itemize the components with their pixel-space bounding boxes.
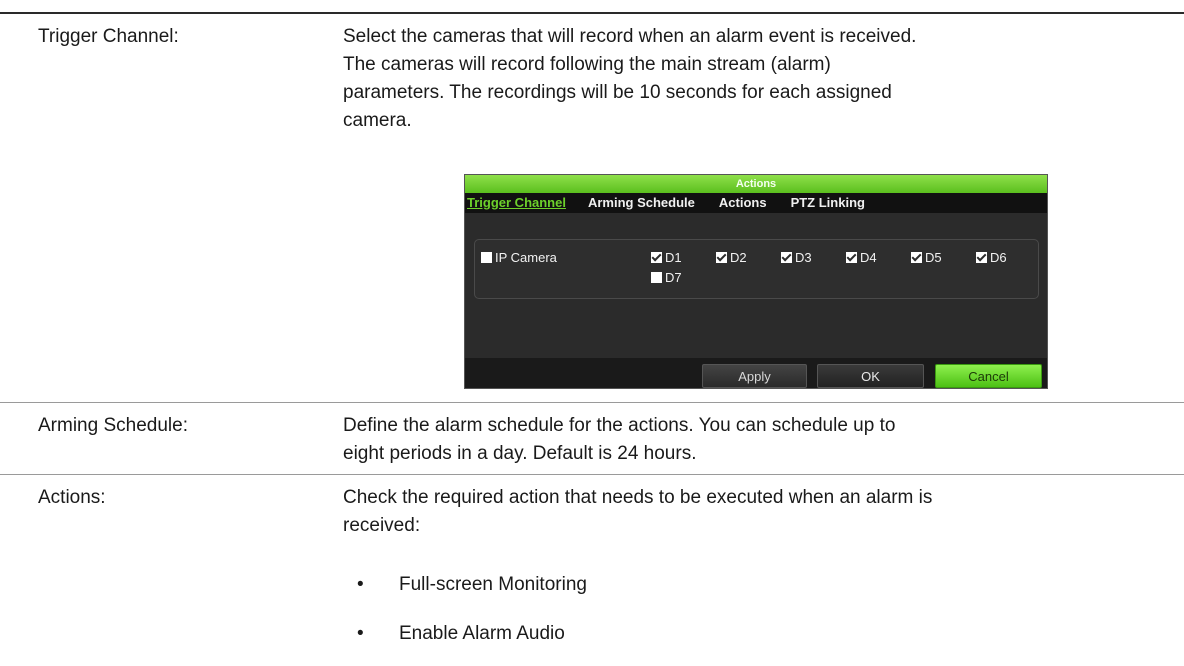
row-divider xyxy=(0,474,1184,475)
apply-button[interactable]: Apply xyxy=(702,364,807,388)
tab-actions[interactable]: Actions xyxy=(719,193,767,213)
bullet-item: Enable Alarm Audio xyxy=(399,623,565,644)
actions-description: Check the required action that needs to … xyxy=(343,484,1133,540)
desc-line: The cameras will record following the ma… xyxy=(343,54,831,75)
checkbox-checked-icon xyxy=(976,252,987,263)
actions-label: Actions: xyxy=(38,487,106,508)
channel-panel: IP Camera D1 D2 D3 D4 D5 D6 D7 xyxy=(474,239,1039,299)
channel-d2-checkbox[interactable]: D2 xyxy=(716,250,747,265)
bullet-item: Full-screen Monitoring xyxy=(399,574,587,595)
ip-camera-checkbox[interactable]: IP Camera xyxy=(481,250,557,265)
arming-schedule-label: Arming Schedule: xyxy=(38,415,188,436)
arming-schedule-description: Define the alarm schedule for the action… xyxy=(343,412,1133,468)
channel-label: D6 xyxy=(990,250,1007,265)
channel-d5-checkbox[interactable]: D5 xyxy=(911,250,942,265)
checkbox-checked-icon xyxy=(911,252,922,263)
tab-arming-schedule[interactable]: Arming Schedule xyxy=(588,193,695,213)
desc-line: Define the alarm schedule for the action… xyxy=(343,415,896,436)
channel-d7-checkbox[interactable]: D7 xyxy=(651,270,682,285)
tab-trigger-channel[interactable]: Trigger Channel xyxy=(467,193,566,213)
actions-dialog: Actions Trigger Channel Arming Schedule … xyxy=(464,174,1048,389)
ip-camera-label: IP Camera xyxy=(495,250,557,265)
bullet-icon: • xyxy=(357,574,364,595)
dialog-title: Actions xyxy=(465,175,1047,193)
channel-d6-checkbox[interactable]: D6 xyxy=(976,250,1007,265)
desc-line: Select the cameras that will record when… xyxy=(343,26,917,47)
channel-label: D7 xyxy=(665,270,682,285)
channel-label: D2 xyxy=(730,250,747,265)
desc-line: parameters. The recordings will be 10 se… xyxy=(343,82,892,103)
checkbox-unchecked-icon xyxy=(651,272,662,283)
desc-line: Check the required action that needs to … xyxy=(343,487,933,508)
channel-d4-checkbox[interactable]: D4 xyxy=(846,250,877,265)
checkbox-checked-icon xyxy=(716,252,727,263)
top-rule xyxy=(0,12,1184,14)
channel-label: D3 xyxy=(795,250,812,265)
channel-label: D4 xyxy=(860,250,877,265)
desc-line: received: xyxy=(343,515,421,536)
channel-d3-checkbox[interactable]: D3 xyxy=(781,250,812,265)
dialog-button-bar: Apply OK Cancel xyxy=(465,358,1047,388)
desc-line: camera. xyxy=(343,110,412,131)
channel-label: D5 xyxy=(925,250,942,265)
row-divider xyxy=(0,402,1184,403)
bullet-icon: • xyxy=(357,623,364,644)
desc-line: eight periods in a day. Default is 24 ho… xyxy=(343,443,697,464)
channel-d1-checkbox[interactable]: D1 xyxy=(651,250,682,265)
dialog-tab-bar: Trigger Channel Arming Schedule Actions … xyxy=(465,193,1047,213)
checkbox-checked-icon xyxy=(781,252,792,263)
cancel-button[interactable]: Cancel xyxy=(935,364,1042,388)
channel-label: D1 xyxy=(665,250,682,265)
checkbox-checked-icon xyxy=(651,252,662,263)
trigger-channel-label: Trigger Channel: xyxy=(38,26,179,47)
tab-ptz-linking[interactable]: PTZ Linking xyxy=(791,193,865,213)
checkbox-checked-icon xyxy=(846,252,857,263)
checkbox-unchecked-icon xyxy=(481,252,492,263)
trigger-channel-description: Select the cameras that will record when… xyxy=(343,23,1133,135)
ok-button[interactable]: OK xyxy=(817,364,924,388)
